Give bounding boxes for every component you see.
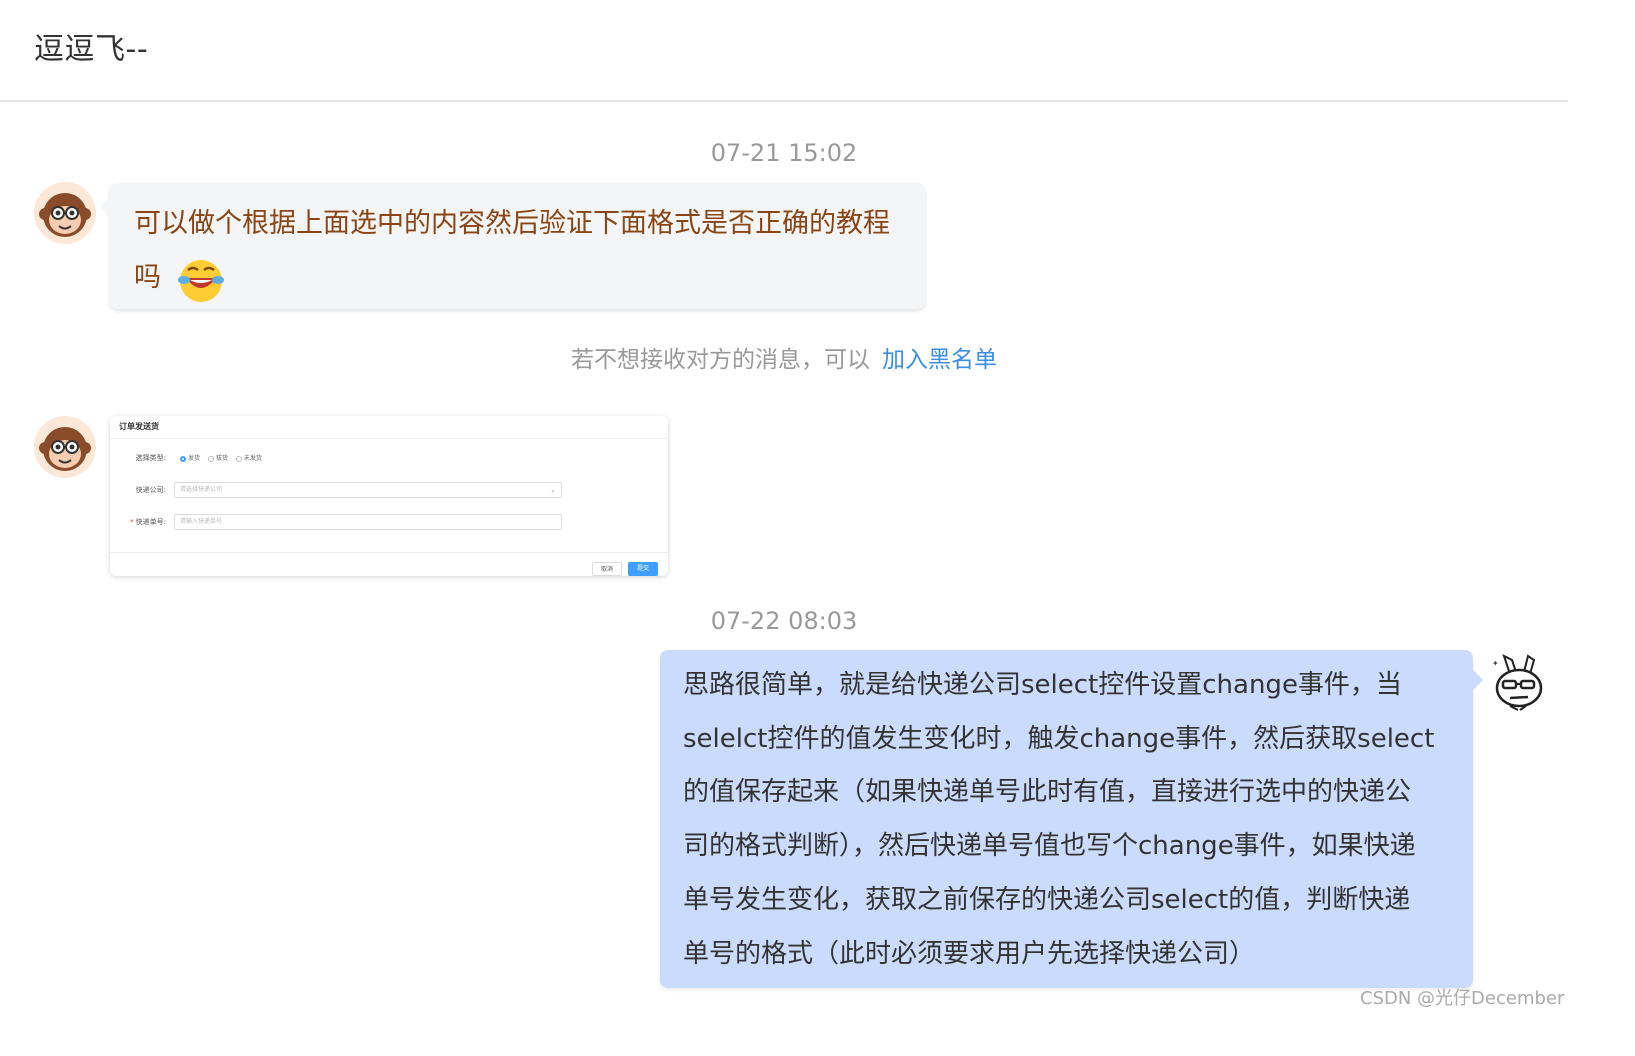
divider (110, 438, 668, 439)
svg-text:✦: ✦ (1492, 659, 1499, 668)
chevron-down-icon: ⌄ (550, 486, 556, 494)
message-text-line2: 吗 (134, 251, 901, 305)
cancel-button: 取消 (592, 562, 622, 576)
self-avatar[interactable]: ✦ (1488, 652, 1550, 714)
message-line: 单号的格式（此时必须要求用户先选择快递公司） (683, 938, 1256, 969)
monkey-avatar-icon (34, 416, 96, 478)
block-notice: 若不想接收对方的消息，可以 加入黑名单 (0, 340, 1568, 374)
message-line: selelct控件的值发生变化时，触发change事件，然后获取select (683, 723, 1435, 754)
outgoing-message-bubble[interactable]: 思路很简单，就是给快递公司select控件设置change事件，当 selelc… (660, 650, 1483, 988)
company-select: 请选择快递公司 ⌄ (174, 482, 562, 498)
contact-avatar[interactable] (34, 182, 96, 244)
message-line: 思路很简单，就是给快递公司select控件设置change事件，当 (683, 670, 1402, 700)
watermark: CSDN @光仔December (1360, 988, 1565, 1009)
monkey-avatar-icon (34, 182, 96, 244)
form-title: 订单发送货 (119, 422, 159, 431)
timestamp: 07-21 15:02 (710, 139, 858, 167)
radio-icon (207, 455, 214, 462)
block-link[interactable]: 加入黑名单 (882, 347, 997, 373)
type-radio-group: 发货 拔货 未发货 (174, 453, 262, 462)
number-input: 请输入快递单号 (174, 514, 562, 530)
number-label: * 快递单号: (130, 518, 166, 526)
timestamp: 07-22 08:03 (710, 607, 858, 635)
screenshot-image-message[interactable]: 订单发送货 选择类型: 发货 拔货 未发货 快递公司: 请选择快递公司 ⌄ * 快… (110, 416, 668, 576)
message-line: 的值保存起来（如果快递单号此时有值，直接进行选中的快递公 (683, 777, 1412, 808)
rabbit-avatar-icon: ✦ (1488, 652, 1550, 714)
message-text: 可以做个根据上面选中的内容然后验证下面格式是否正确的教程 (134, 208, 890, 239)
contact-name: 逗逗飞-- (34, 32, 149, 67)
radio-icon (235, 455, 242, 462)
message-line: 单号发生变化，获取之前保存的快递公司select的值，判断快递 (683, 884, 1411, 915)
divider (110, 552, 668, 553)
radio-selected-icon (180, 455, 186, 462)
notice-text: 若不想接收对方的消息，可以 (571, 347, 870, 373)
chat-header: 逗逗飞-- (0, 0, 1568, 102)
message-line: 司的格式判断），然后快递单号值也写个change事件，如果快递 (683, 831, 1416, 862)
incoming-message-bubble[interactable]: 可以做个根据上面选中的内容然后验证下面格式是否正确的教程 吗 (100, 183, 925, 309)
submit-button: 提交 (628, 562, 658, 576)
contact-avatar[interactable] (34, 416, 96, 478)
laughing-crying-emoji-icon (176, 254, 226, 304)
company-label: 快递公司: (135, 486, 166, 494)
type-label: 选择类型: (135, 454, 166, 462)
